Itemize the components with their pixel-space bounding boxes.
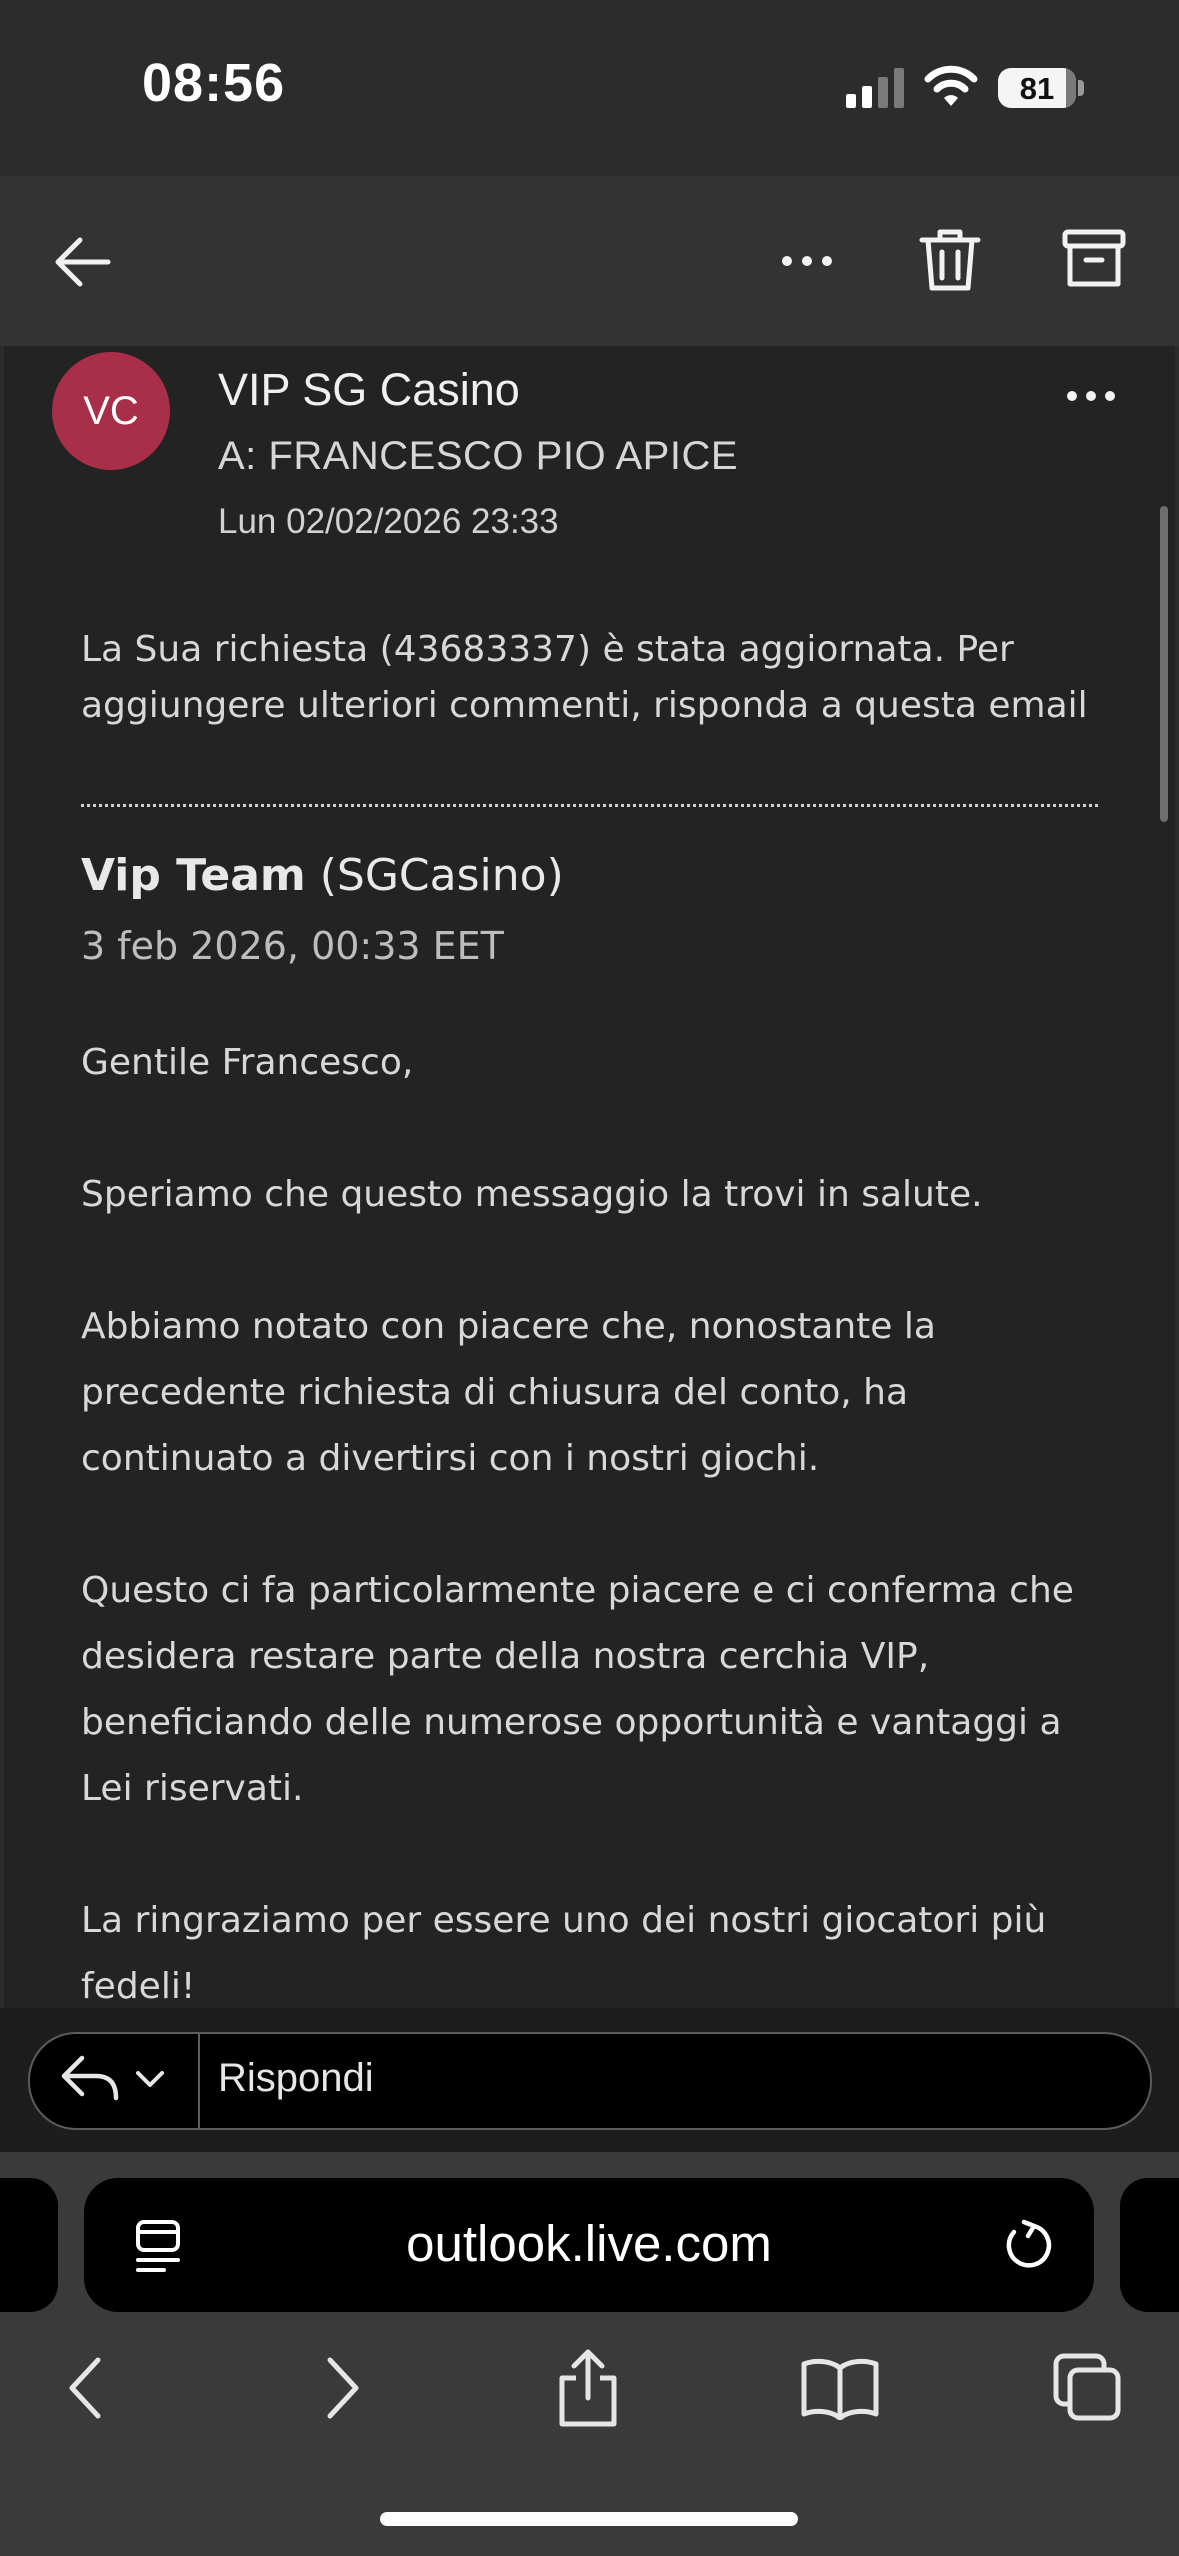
received-date: Lun 02/02/2026 23:33 (218, 502, 559, 541)
browser-back-icon[interactable] (66, 2356, 106, 2420)
text-line: Lei riservati. (81, 1768, 304, 1809)
home-indicator[interactable] (380, 2512, 798, 2526)
url-text[interactable]: outlook.live.com (84, 2214, 1094, 2273)
text-line: desidera restare parte della nostra cerc… (81, 1636, 930, 1677)
text-line: continuato a divertirsi con i nostri gio… (81, 1438, 820, 1479)
text-line: La Sua richiesta (43683337) è stata aggi… (81, 629, 1014, 670)
text-line: Abbiamo notato con piacere che, nonostan… (81, 1306, 936, 1347)
text-line: aggiungere ulteriori commenti, risponda … (81, 685, 1088, 726)
bookmarks-icon[interactable] (800, 2356, 880, 2420)
wifi-icon (924, 64, 978, 108)
message-more-icon[interactable] (1066, 388, 1116, 404)
reply-label[interactable]: Rispondi (218, 2056, 374, 2101)
trash-icon[interactable] (918, 226, 982, 294)
reload-icon[interactable] (1000, 2218, 1056, 2274)
chevron-down-icon[interactable] (134, 2068, 166, 2090)
dotted-divider (81, 804, 1098, 807)
browser-forward-icon[interactable] (322, 2356, 362, 2420)
sender-name[interactable]: VIP SG Casino (218, 364, 520, 416)
paragraph-1: Speriamo che questo messaggio la trovi i… (81, 1174, 983, 1215)
battery-icon: 81 (998, 68, 1076, 108)
tabs-icon[interactable] (1052, 2352, 1124, 2424)
mail-toolbar (0, 176, 1179, 346)
reply-arrow-icon[interactable] (60, 2052, 120, 2104)
text-line: precedente richiesta di chiusura del con… (81, 1372, 908, 1413)
back-arrow-icon[interactable] (50, 232, 114, 292)
paragraph-4: La ringraziamo per essere uno dei nostri… (81, 1888, 1046, 2020)
text-line: Questo ci fa particolarmente piacere e c… (81, 1570, 1074, 1611)
battery-tip (1078, 80, 1084, 96)
more-options-icon[interactable] (780, 246, 834, 276)
share-icon[interactable] (556, 2348, 620, 2428)
text-line: beneficiando delle numerose opportunità … (81, 1702, 1062, 1743)
update-notice: La Sua richiesta (43683337) è stata aggi… (81, 622, 1088, 734)
reply-box[interactable] (28, 2032, 1152, 2130)
previous-tab-peek[interactable] (0, 2178, 58, 2312)
sender-avatar[interactable]: VC (52, 352, 170, 470)
author-org: (SGCasino) (319, 850, 564, 901)
author-date: 3 feb 2026, 00:33 EET (81, 924, 504, 968)
status-time: 08:56 (142, 53, 286, 113)
next-tab-peek[interactable] (1120, 2178, 1179, 2312)
reply-separator (198, 2034, 200, 2128)
text-line: La ringraziamo per essere uno dei nostri… (81, 1900, 1047, 1941)
paragraph-2: Abbiamo notato con piacere che, nonostan… (81, 1294, 936, 1492)
author-line: Vip Team (SGCasino) (81, 850, 564, 901)
recipient-line: A: FRANCESCO PIO APICE (218, 434, 739, 478)
battery-level: 81 (1019, 71, 1055, 106)
paragraph-3: Questo ci fa particolarmente piacere e c… (81, 1558, 1074, 1822)
author-name: Vip Team (81, 850, 306, 901)
greeting: Gentile Francesco, (81, 1042, 414, 1083)
cellular-signal-icon (846, 68, 910, 108)
archive-icon[interactable] (1062, 228, 1126, 290)
scrollbar[interactable] (1160, 506, 1168, 822)
